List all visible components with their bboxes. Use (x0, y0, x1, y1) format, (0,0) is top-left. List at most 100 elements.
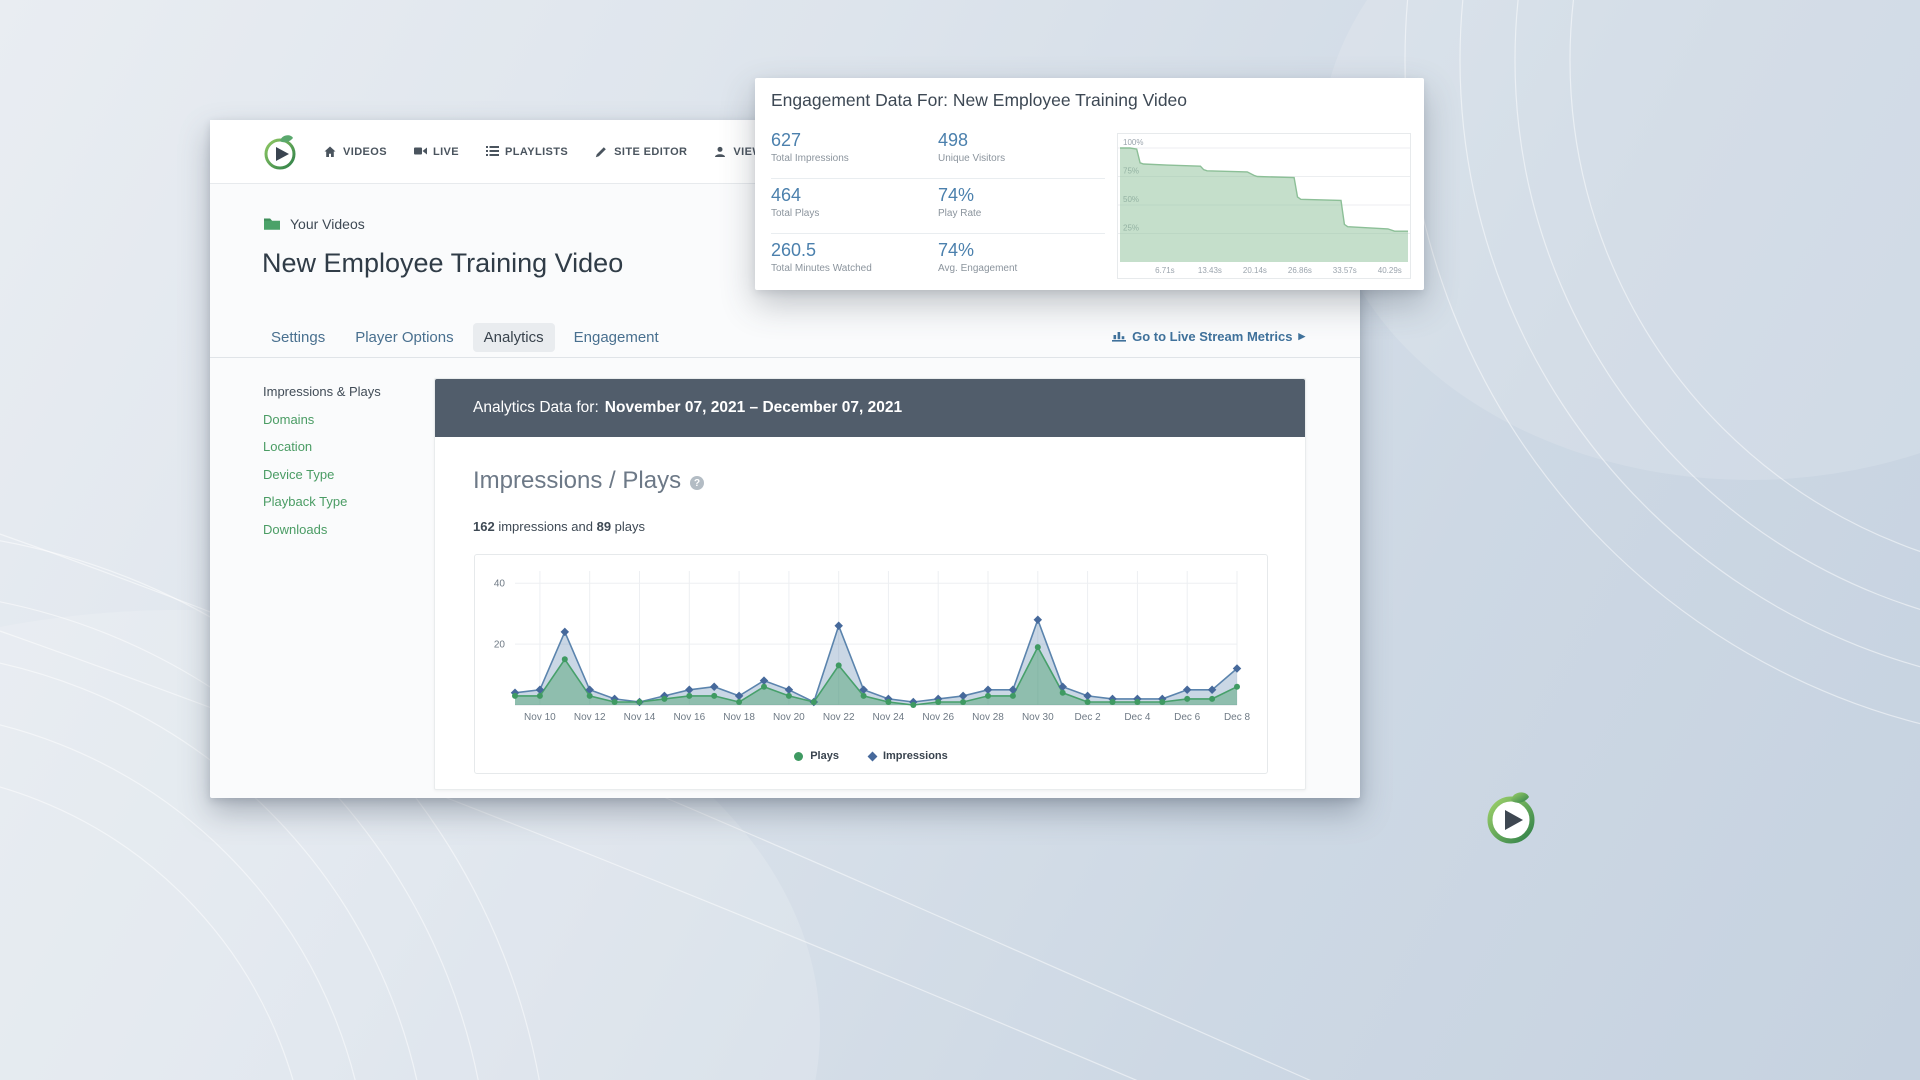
impressions-plays-chart-svg: 2040Nov 10Nov 12Nov 14Nov 16Nov 18Nov 20… (475, 555, 1267, 773)
engagement-data-card: Engagement Data For: New Employee Traini… (755, 78, 1424, 290)
info-icon[interactable]: ? (690, 476, 704, 490)
svg-text:Nov 12: Nov 12 (574, 712, 606, 723)
stat-value: 627 (771, 130, 938, 151)
brand-logo-icon[interactable] (260, 132, 300, 172)
legend-plays: Plays (794, 750, 839, 762)
stat-label: Avg. Engagement (938, 263, 1105, 274)
plays-marker-icon (794, 752, 803, 761)
tabs-divider (210, 357, 1360, 358)
impressions-plays-chart: 2040Nov 10Nov 12Nov 14Nov 16Nov 18Nov 20… (474, 554, 1268, 774)
stat-row: 260.5 Total Minutes Watched 74% Avg. Eng… (771, 234, 1105, 289)
svg-text:20: 20 (494, 640, 506, 651)
nav-item-site-editor[interactable]: SITE EDITOR (595, 146, 687, 158)
impressions-marker-icon (868, 751, 878, 761)
pencil-icon (595, 146, 608, 158)
impressions-count: 162 (473, 519, 495, 534)
engagement-chart-svg: 100%75%50%25%6.71s13.43s20.14s26.86s33.5… (1118, 134, 1410, 278)
stat-row: 627 Total Impressions 498 Unique Visitor… (771, 124, 1105, 179)
svg-text:Nov 24: Nov 24 (873, 712, 905, 723)
svg-text:26.86s: 26.86s (1288, 266, 1312, 275)
section-heading: Impressions / Plays ? (473, 467, 704, 495)
stat-label: Play Rate (938, 208, 1105, 219)
svg-text:Nov 10: Nov 10 (524, 712, 556, 723)
date-bar-prefix: Analytics Data for: (473, 399, 599, 417)
legend-impressions: Impressions (869, 750, 948, 762)
legend-plays-label: Plays (810, 750, 839, 762)
svg-text:Dec 6: Dec 6 (1174, 712, 1201, 723)
video-camera-icon (414, 146, 427, 158)
stat-value: 260.5 (771, 240, 938, 261)
tabs: Settings Player Options Analytics Engage… (271, 322, 659, 352)
date-range: November 07, 2021 – December 07, 2021 (605, 399, 902, 417)
tab-player-options[interactable]: Player Options (355, 329, 453, 346)
stat-label: Total Impressions (771, 153, 938, 164)
analytics-date-bar: Analytics Data for: November 07, 2021 – … (435, 379, 1305, 437)
stat-label: Total Minutes Watched (771, 263, 938, 274)
engagement-chart: 100%75%50%25%6.71s13.43s20.14s26.86s33.5… (1117, 133, 1411, 279)
tab-settings[interactable]: Settings (271, 329, 325, 346)
stat-total-minutes-watched: 260.5 Total Minutes Watched (771, 234, 938, 289)
breadcrumb[interactable]: Your Videos (263, 216, 365, 232)
tab-engagement[interactable]: Engagement (574, 329, 659, 346)
summary-text: impressions and (495, 519, 597, 534)
svg-text:Dec 8: Dec 8 (1224, 712, 1251, 723)
nav-item-label: LIVE (433, 146, 459, 158)
nav-menu: VIDEOS LIVE PLAYLISTS SITE EDITOR (324, 146, 820, 158)
svg-text:Nov 20: Nov 20 (773, 712, 805, 723)
svg-text:Nov 22: Nov 22 (823, 712, 855, 723)
live-stream-metrics-link[interactable]: Go to Live Stream Metrics ▸ (1112, 328, 1305, 344)
user-icon (714, 146, 727, 158)
stat-play-rate: 74% Play Rate (938, 179, 1105, 233)
sidebar-item-downloads[interactable]: Downloads (263, 522, 423, 537)
nav-item-playlists[interactable]: PLAYLISTS (486, 146, 568, 158)
sidebar-item-impressions-plays[interactable]: Impressions & Plays (263, 384, 423, 399)
chart-summary: 162 impressions and 89 plays (473, 519, 645, 534)
sidebar-item-device-type[interactable]: Device Type (263, 467, 423, 482)
chart-legend: Plays Impressions (475, 750, 1267, 762)
summary-suffix: plays (611, 519, 645, 534)
svg-text:20.14s: 20.14s (1243, 266, 1267, 275)
stat-row: 464 Total Plays 74% Play Rate (771, 179, 1105, 234)
svg-text:40.29s: 40.29s (1378, 266, 1402, 275)
bar-chart-icon (1112, 330, 1126, 342)
nav-item-live[interactable]: LIVE (414, 146, 459, 158)
tab-analytics[interactable]: Analytics (473, 323, 555, 352)
nav-item-label: VIDEOS (343, 146, 387, 158)
plays-count: 89 (597, 519, 611, 534)
engagement-stats: 627 Total Impressions 498 Unique Visitor… (771, 124, 1105, 289)
folder-icon (263, 217, 281, 231)
svg-text:Dec 4: Dec 4 (1124, 712, 1151, 723)
svg-text:Nov 28: Nov 28 (972, 712, 1004, 723)
engagement-card-title: Engagement Data For: New Employee Traini… (771, 90, 1187, 111)
svg-text:6.71s: 6.71s (1155, 266, 1175, 275)
stat-label: Total Plays (771, 208, 938, 219)
svg-text:Nov 26: Nov 26 (922, 712, 954, 723)
chevron-right-icon: ▸ (1298, 328, 1305, 344)
live-link-label: Go to Live Stream Metrics (1132, 329, 1292, 344)
svg-text:100%: 100% (1123, 138, 1143, 147)
stat-avg-engagement: 74% Avg. Engagement (938, 234, 1105, 289)
analytics-panel: Analytics Data for: November 07, 2021 – … (434, 378, 1306, 790)
svg-text:Nov 14: Nov 14 (624, 712, 656, 723)
legend-impressions-label: Impressions (883, 750, 948, 762)
nav-item-label: SITE EDITOR (614, 146, 687, 158)
section-heading-label: Impressions / Plays (473, 467, 681, 495)
stat-value: 498 (938, 130, 1105, 151)
breadcrumb-label: Your Videos (290, 216, 365, 232)
svg-text:Dec 2: Dec 2 (1075, 712, 1102, 723)
sidebar-item-playback-type[interactable]: Playback Type (263, 494, 423, 509)
svg-text:Nov 30: Nov 30 (1022, 712, 1054, 723)
sidebar-item-domains[interactable]: Domains (263, 412, 423, 427)
svg-text:Nov 18: Nov 18 (723, 712, 755, 723)
list-icon (486, 146, 499, 158)
sidebar-item-location[interactable]: Location (263, 439, 423, 454)
stat-label: Unique Visitors (938, 153, 1105, 164)
stat-value: 464 (771, 185, 938, 206)
nav-item-videos[interactable]: VIDEOS (324, 146, 387, 158)
stat-total-impressions: 627 Total Impressions (771, 124, 938, 178)
home-icon (324, 146, 337, 158)
svg-text:13.43s: 13.43s (1198, 266, 1222, 275)
stat-total-plays: 464 Total Plays (771, 179, 938, 233)
brand-logo-large-icon (1482, 789, 1540, 847)
svg-text:33.57s: 33.57s (1333, 266, 1357, 275)
